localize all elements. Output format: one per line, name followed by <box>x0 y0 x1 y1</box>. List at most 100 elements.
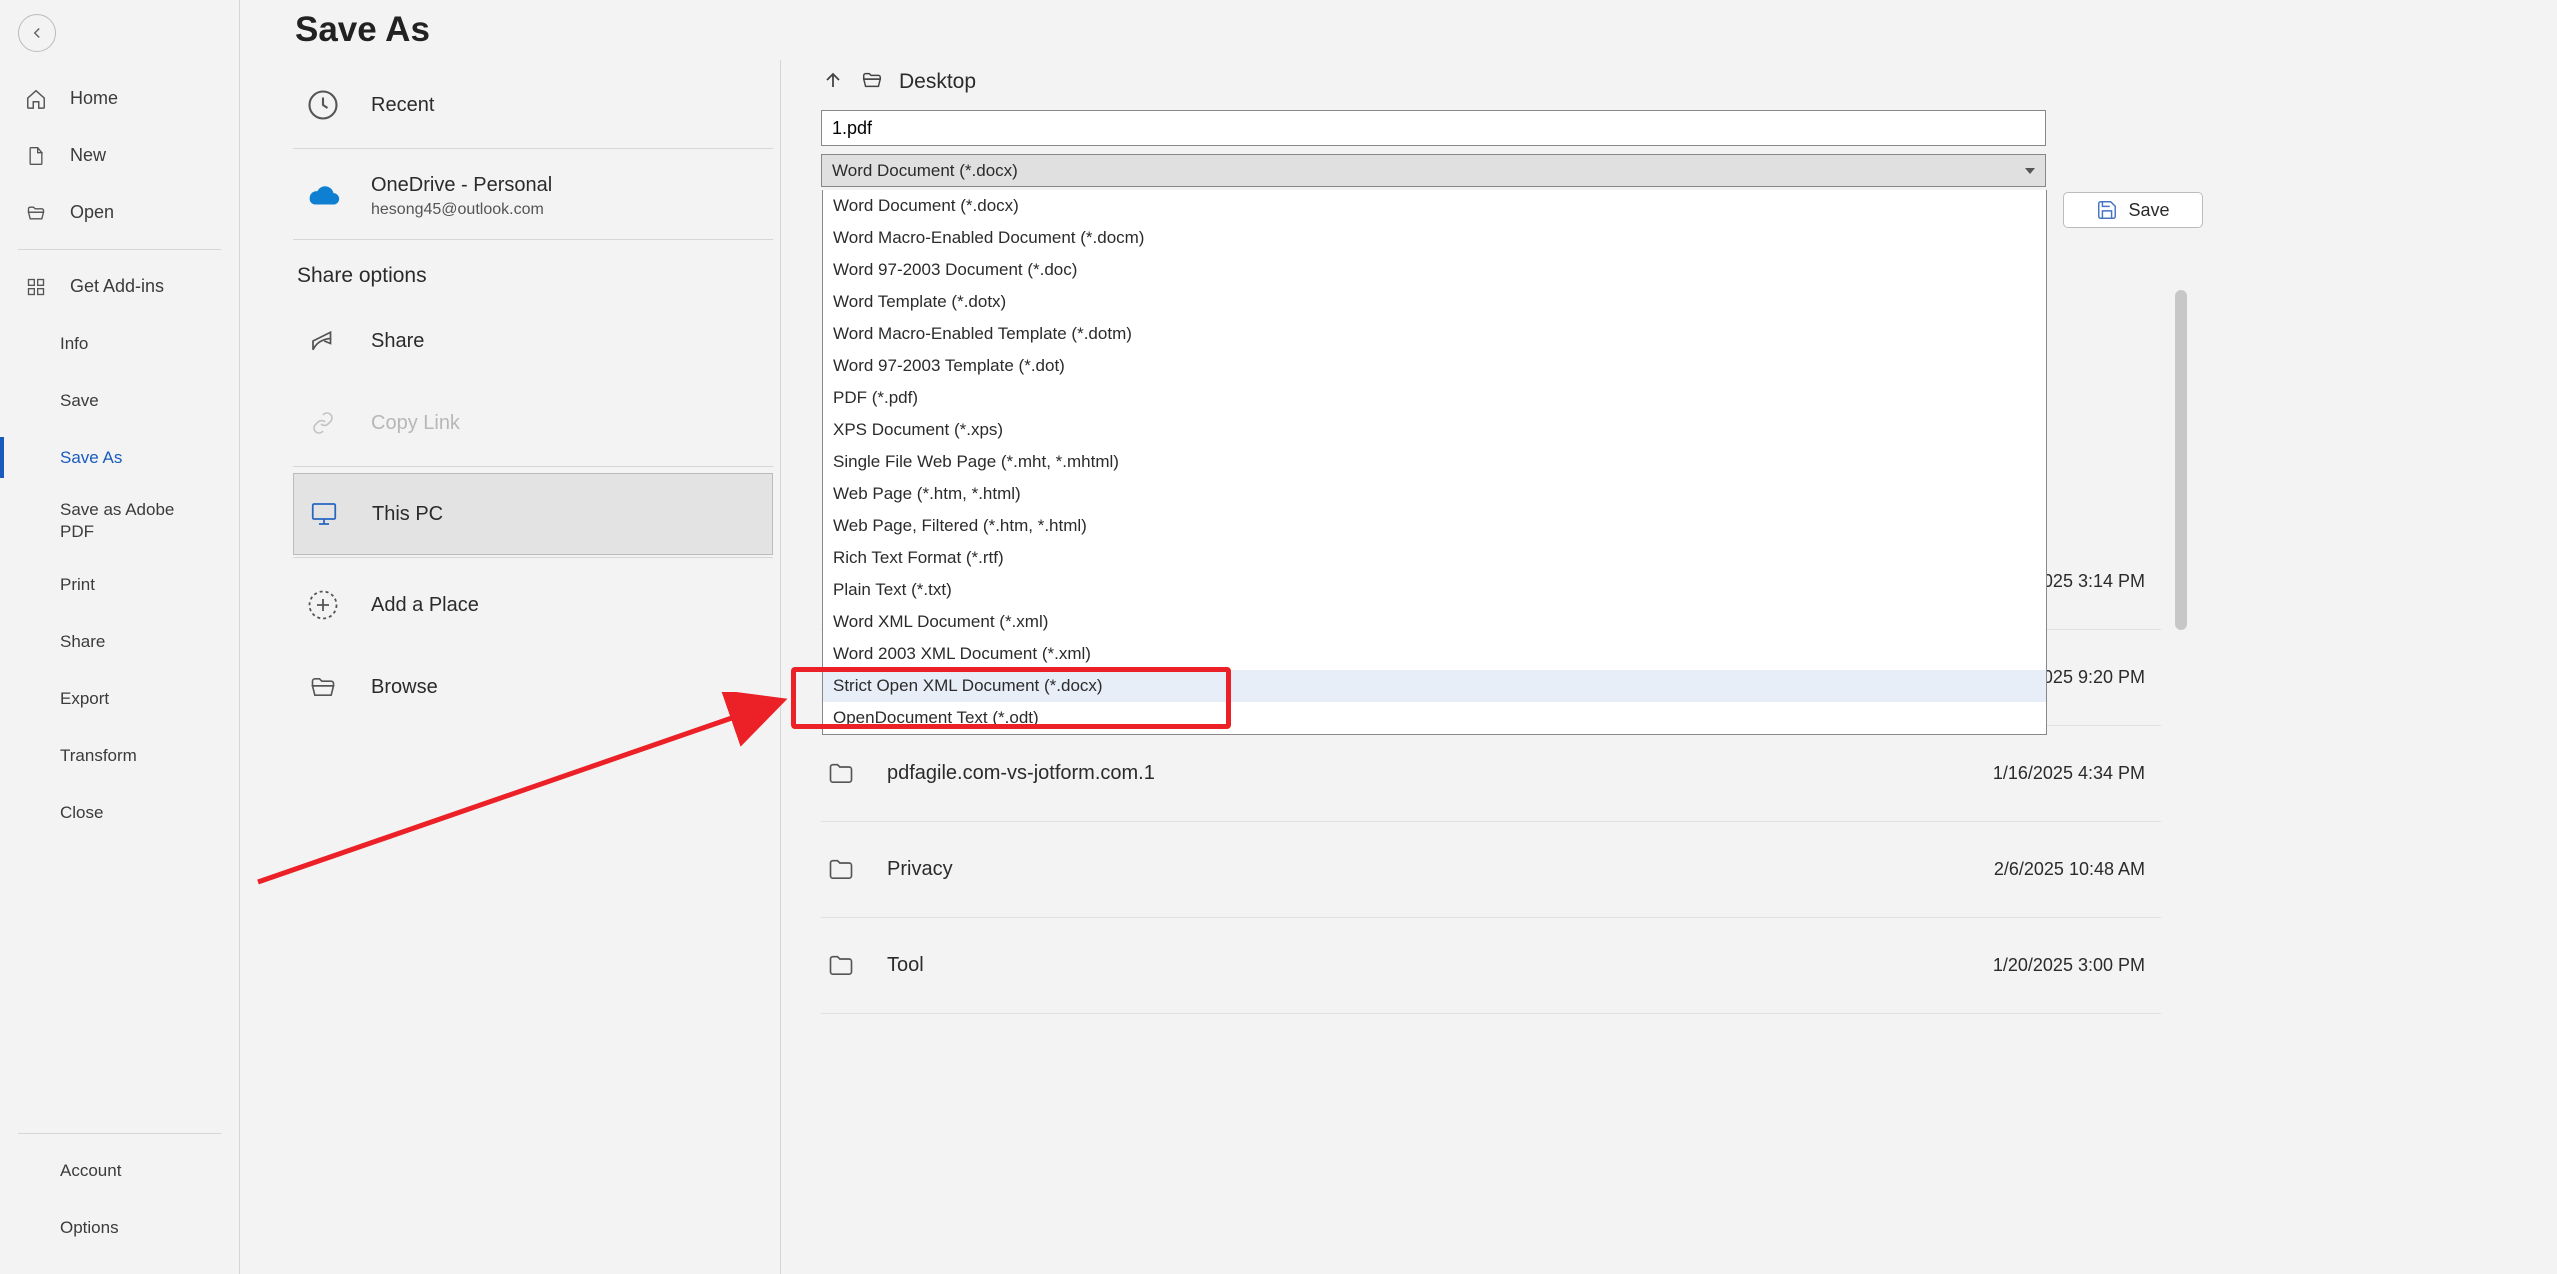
location-panel: Recent OneDrive - Personal hesong45@outl… <box>293 64 773 728</box>
location-this-pc[interactable]: This PC <box>293 473 773 555</box>
breadcrumb-folder-icon[interactable] <box>859 69 885 96</box>
filetype-option[interactable]: Word XML Document (*.xml) <box>823 606 2046 638</box>
location-browse-label: Browse <box>371 676 438 699</box>
folder-icon <box>821 856 861 884</box>
nav-transform-label: Transform <box>60 746 137 766</box>
filetype-option[interactable]: Plain Text (*.txt) <box>823 574 2046 606</box>
addins-icon <box>24 277 48 297</box>
filetype-option[interactable]: Word Template (*.dotx) <box>823 286 2046 318</box>
page-title: Save As <box>295 10 430 50</box>
location-copy-link-label: Copy Link <box>371 412 460 435</box>
file-name: pdfagile.com-vs-jotform.com.1 <box>887 762 1901 785</box>
nav-new-label: New <box>70 145 106 166</box>
filetype-option[interactable]: Word 97-2003 Document (*.doc) <box>823 254 2046 286</box>
nav-save-as-adobe-label: Save as Adobe PDF <box>60 499 190 543</box>
nav-share[interactable]: Share <box>0 613 239 670</box>
filetype-option[interactable]: PDF (*.pdf) <box>823 382 2046 414</box>
share-options-heading: Share options <box>293 246 773 300</box>
filetype-select[interactable]: Word Document (*.docx) <box>821 154 2046 187</box>
location-copy-link: Copy Link <box>293 382 773 464</box>
filetype-option-highlighted[interactable]: Strict Open XML Document (*.docx) <box>823 670 2046 702</box>
new-doc-icon <box>24 145 48 167</box>
location-add-place-label: Add a Place <box>371 594 479 617</box>
filetype-option[interactable]: Rich Text Format (*.rtf) <box>823 542 2046 574</box>
onedrive-icon <box>303 183 343 209</box>
location-browse[interactable]: Browse <box>293 646 773 728</box>
file-name: Tool <box>887 954 1901 977</box>
filetype-dropdown: Word Document (*.docx) Word Macro-Enable… <box>822 190 2047 735</box>
back-button[interactable] <box>18 14 56 52</box>
save-panel: Desktop Word Document (*.docx) Word Docu… <box>780 60 2551 1274</box>
filetype-option[interactable]: Single File Web Page (*.mht, *.mhtml) <box>823 446 2046 478</box>
nav-export[interactable]: Export <box>0 670 239 727</box>
location-onedrive[interactable]: OneDrive - Personal hesong45@outlook.com <box>293 155 773 237</box>
file-name: Privacy <box>887 858 1901 881</box>
nav-info[interactable]: Info <box>0 315 239 372</box>
location-this-pc-label: This PC <box>372 503 443 526</box>
file-row[interactable]: pdfagile.com-vs-jotform.com.1 1/16/2025 … <box>821 726 2161 822</box>
nav-open[interactable]: Open <box>0 184 239 241</box>
location-recent[interactable]: Recent <box>293 64 773 146</box>
scrollbar-thumb[interactable] <box>2175 290 2187 630</box>
this-pc-icon <box>304 499 344 529</box>
filetype-option[interactable]: Word 97-2003 Template (*.dot) <box>823 350 2046 382</box>
nav-print-label: Print <box>60 575 95 595</box>
current-folder-name: Desktop <box>899 70 976 94</box>
left-nav-panel: Home New Open Get Add-ins Info Save Save… <box>0 0 240 1274</box>
nav-account[interactable]: Account <box>0 1142 239 1199</box>
nav-print[interactable]: Print <box>0 556 239 613</box>
nav-save[interactable]: Save <box>0 372 239 429</box>
nav-home[interactable]: Home <box>0 70 239 127</box>
home-icon <box>24 88 48 110</box>
copy-link-icon <box>303 411 343 435</box>
up-folder-button[interactable] <box>821 68 845 97</box>
nav-save-as[interactable]: Save As <box>0 429 239 486</box>
filetype-selected-label: Word Document (*.docx) <box>832 161 1018 181</box>
location-recent-label: Recent <box>371 94 434 117</box>
nav-open-label: Open <box>70 202 114 223</box>
save-icon <box>2096 199 2118 221</box>
nav-save-label: Save <box>60 391 99 411</box>
filetype-option[interactable]: Word 2003 XML Document (*.xml) <box>823 638 2046 670</box>
file-date: 1/20/2025 3:00 PM <box>1901 955 2161 976</box>
nav-info-label: Info <box>60 334 88 354</box>
nav-get-addins-label: Get Add-ins <box>70 276 164 297</box>
location-share[interactable]: Share <box>293 300 773 382</box>
file-row[interactable]: Privacy 2/6/2025 10:48 AM <box>821 822 2161 918</box>
nav-transform[interactable]: Transform <box>0 727 239 784</box>
nav-new[interactable]: New <box>0 127 239 184</box>
save-button-label: Save <box>2128 200 2169 221</box>
filename-input[interactable] <box>821 110 2046 146</box>
folder-icon <box>821 952 861 980</box>
filetype-option[interactable]: Web Page, Filtered (*.htm, *.html) <box>823 510 2046 542</box>
nav-export-label: Export <box>60 689 109 709</box>
location-onedrive-email: hesong45@outlook.com <box>371 201 552 219</box>
nav-options[interactable]: Options <box>0 1199 239 1256</box>
nav-save-as-adobe[interactable]: Save as Adobe PDF <box>0 486 239 556</box>
path-breadcrumb: Desktop <box>821 60 2551 104</box>
save-button[interactable]: Save <box>2063 192 2203 228</box>
nav-home-label: Home <box>70 88 118 109</box>
file-date: 1/16/2025 4:34 PM <box>1901 763 2161 784</box>
filetype-option[interactable]: Web Page (*.htm, *.html) <box>823 478 2046 510</box>
location-share-label: Share <box>371 330 424 353</box>
nav-options-label: Options <box>60 1218 119 1238</box>
browse-folder-icon <box>303 673 343 701</box>
filetype-option[interactable]: Word Macro-Enabled Template (*.dotm) <box>823 318 2046 350</box>
nav-account-label: Account <box>60 1161 121 1181</box>
back-arrow-icon <box>28 24 46 42</box>
filetype-option[interactable]: OpenDocument Text (*.odt) <box>823 702 2046 734</box>
open-folder-icon <box>24 203 48 223</box>
folder-icon <box>821 760 861 788</box>
filetype-option[interactable]: Word Document (*.docx) <box>823 190 2046 222</box>
file-list-scrollbar[interactable] <box>2175 290 2187 1020</box>
filetype-option[interactable]: XPS Document (*.xps) <box>823 414 2046 446</box>
location-onedrive-title: OneDrive - Personal <box>371 174 552 197</box>
nav-get-addins[interactable]: Get Add-ins <box>0 258 239 315</box>
filetype-option[interactable]: Word Macro-Enabled Document (*.docm) <box>823 222 2046 254</box>
nav-share-label: Share <box>60 632 105 652</box>
nav-close[interactable]: Close <box>0 784 239 841</box>
file-row[interactable]: Tool 1/20/2025 3:00 PM <box>821 918 2161 1014</box>
location-add-place[interactable]: Add a Place <box>293 564 773 646</box>
nav-save-as-label: Save As <box>60 448 122 468</box>
